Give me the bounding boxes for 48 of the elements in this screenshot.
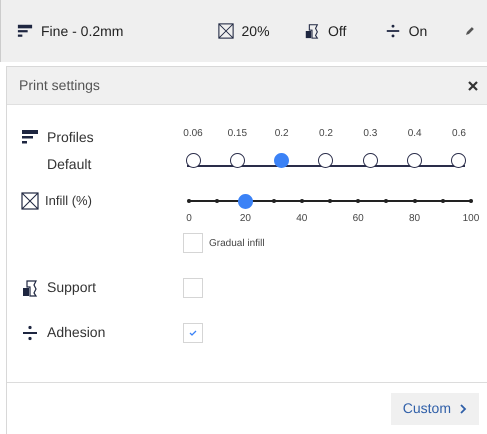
profile-default-label: Default — [46, 155, 92, 174]
scale-label: 60 — [352, 212, 364, 226]
infill-icon — [21, 192, 39, 210]
profile-stop[interactable] — [318, 153, 334, 168]
adhesion-label: Adhesion — [47, 323, 106, 342]
adhesion-icon — [21, 324, 39, 342]
toolbar-setting[interactable]: Off — [304, 20, 385, 42]
custom-button[interactable]: Custom — [390, 392, 479, 424]
panel-title: Print settings — [19, 76, 100, 95]
profile-layer-label: 0.6 — [452, 127, 466, 141]
scale-label: 80 — [409, 212, 420, 226]
checkbox[interactable] — [183, 233, 203, 253]
profile-stop[interactable] — [230, 153, 245, 168]
scale-label: 40 — [296, 212, 308, 226]
slider-thumb[interactable] — [238, 194, 254, 209]
profile-layer-label: 0.4 — [408, 127, 422, 141]
checkbox[interactable] — [183, 322, 203, 342]
layers-icon — [21, 128, 39, 146]
profile-layer-label: 0.06 — [183, 127, 203, 141]
scale-label: 100 — [462, 212, 480, 226]
profile-layer-label: 0.2 — [319, 127, 333, 141]
scale-label: 20 — [240, 212, 251, 226]
checkbox[interactable] — [183, 278, 203, 298]
support-icon — [21, 278, 39, 296]
profile-stop[interactable] — [451, 153, 466, 168]
infill-label: Infill (%) — [45, 192, 92, 210]
close-icon[interactable] — [467, 80, 479, 92]
profile-stop[interactable] — [362, 153, 378, 168]
profile-layer-label: 0.15 — [228, 127, 248, 141]
check-icon — [188, 328, 198, 338]
scale-label: 0 — [186, 212, 192, 226]
toolbar-setting[interactable]: 20% — [218, 20, 304, 42]
profile-stop[interactable] — [407, 153, 422, 168]
profile-layer-label: 0.3 — [363, 127, 378, 141]
toolbar-setting[interactable]: Fine - 0.2mm — [17, 20, 218, 42]
profile-stop[interactable] — [186, 153, 200, 168]
adhesion-icon — [384, 23, 401, 39]
profiles-label: Profiles — [47, 128, 94, 146]
support-icon — [304, 23, 320, 39]
profile-layer-label: 0.2 — [274, 127, 289, 141]
chevron-right-icon — [459, 404, 467, 414]
profile-stop[interactable] — [274, 153, 290, 168]
support-label: Support — [47, 278, 96, 297]
layers-icon — [17, 23, 33, 39]
toolbar-setting[interactable]: On — [384, 20, 466, 42]
pencil-icon[interactable] — [465, 26, 475, 36]
infill-icon — [218, 23, 234, 39]
gradual-infill-label: Gradual infill — [209, 236, 265, 250]
